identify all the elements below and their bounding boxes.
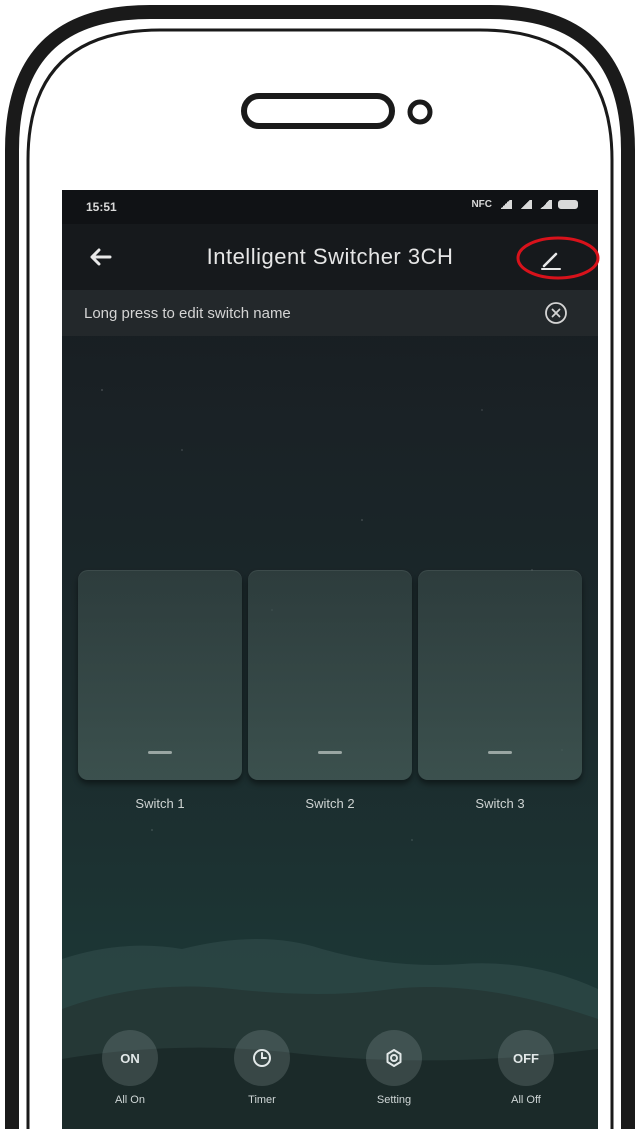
status-bar: 15:51 NFC	[62, 190, 598, 224]
switch-2-indicator	[318, 751, 342, 754]
all-on-label: All On	[115, 1094, 145, 1106]
signal-icon	[498, 200, 512, 209]
phone-screen: 15:51 NFC Intelligent Switcher 3CH Long …	[62, 190, 598, 1129]
setting-label: Setting	[376, 1094, 412, 1106]
switch-1-panel[interactable]	[78, 570, 242, 780]
hint-text: Long press to edit switch name	[84, 305, 291, 322]
switch-1-label: Switch 1	[135, 796, 185, 811]
all-off-button[interactable]: OFF All Off	[466, 1028, 586, 1118]
clock-icon	[234, 1030, 290, 1086]
phone-illustration: 15:51 NFC Intelligent Switcher 3CH Long …	[0, 0, 640, 1129]
wifi-icon	[538, 200, 552, 209]
switch-2-panel[interactable]	[248, 570, 412, 780]
nfc-icon: NFC	[471, 199, 492, 210]
all-off-icon: OFF	[498, 1030, 554, 1086]
highlight-circle	[516, 236, 600, 280]
gear-icon	[366, 1030, 422, 1086]
status-icons: NFC	[471, 199, 578, 210]
timer-button[interactable]: Timer	[202, 1028, 322, 1118]
all-on-icon: ON	[102, 1030, 158, 1086]
timer-label: Timer	[248, 1094, 276, 1106]
speaker-slot	[241, 93, 395, 129]
switch-3-panel[interactable]	[418, 570, 582, 780]
switch-2-label: Switch 2	[305, 796, 355, 811]
all-off-label: All Off	[511, 1094, 541, 1106]
status-time: 15:51	[86, 200, 117, 214]
switch-3-indicator	[488, 751, 512, 754]
setting-button[interactable]: Setting	[334, 1028, 454, 1118]
switch-1-indicator	[148, 751, 172, 754]
hint-banner: Long press to edit switch name	[62, 290, 598, 336]
hint-close-button[interactable]	[544, 301, 568, 325]
close-circle-icon	[545, 302, 567, 324]
battery-icon	[558, 200, 578, 209]
all-on-button[interactable]: ON All On	[70, 1028, 190, 1118]
signal-icon-2	[518, 200, 532, 209]
front-camera	[407, 99, 433, 125]
switch-3-label: Switch 3	[475, 796, 525, 811]
